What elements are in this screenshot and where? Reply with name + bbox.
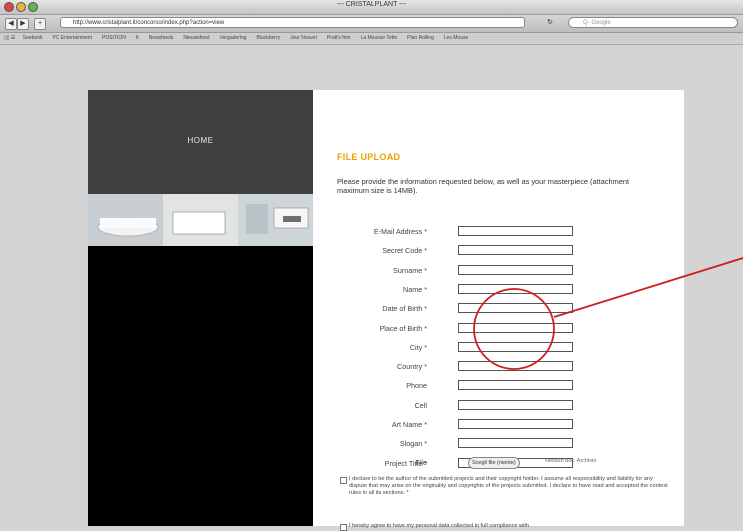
file-row: File Scegli file (niente) Nessun doc. Ar… [313,456,684,470]
site-left-column: HOME [88,90,313,526]
text-field[interactable] [458,303,573,313]
form-row: E-Mail Address * [313,225,684,239]
field-label: Date of Birth * [382,304,427,313]
field-label: Cell [414,401,427,410]
form-row: Date of Birth * [313,302,684,316]
field-label: Place of Birth * [379,324,427,333]
form-row: Cell [313,399,684,413]
form-row: Place of Birth * [313,322,684,336]
text-field[interactable] [458,284,573,294]
upload-form-panel: FILE UPLOAD Please provide the informati… [313,90,684,531]
field-label: City * [409,343,427,352]
text-field[interactable] [458,361,573,371]
reload-icon[interactable]: ↻ [545,18,555,28]
field-label: Art Name * [391,420,427,429]
bookmark-item[interactable]: Seebook [23,33,43,44]
field-label: Slogan * [399,439,427,448]
back-button[interactable]: ◀ [5,18,17,30]
bookmark-item[interactable]: Newsfeeds [149,33,174,44]
field-label: Phone [406,381,427,390]
form-row: City * [313,341,684,355]
choose-file-button[interactable]: Scegli file (niente) [468,457,520,469]
form-row: Surname * [313,264,684,278]
file-label: File [415,458,427,467]
window-title: --- CRISTALPLANT --- [336,1,407,8]
home-panel: HOME [88,90,313,194]
form-intro: Please provide the information requested… [337,177,630,195]
bookmark-item[interactable]: PC Entertainment [53,33,92,44]
form-row: Name * [313,283,684,297]
field-label: Country * [397,362,427,371]
forward-button[interactable]: ▶ [17,18,29,30]
browser-toolbar: ◀ ▶ + http://www.cristalplant.it/concors… [0,15,743,33]
bookmark-item[interactable]: La Mousse Tetto [361,33,398,44]
bookmarks-book-icon[interactable]: ▯▯ ☰ [4,33,15,44]
text-field[interactable] [458,342,573,352]
bookmark-item[interactable]: Les Mouse [444,33,468,44]
address-bar[interactable]: http://www.cristalplant.it/concorso/inde… [60,17,525,28]
bookmark-item[interactable]: POSITION [102,33,126,44]
search-field[interactable]: Q- Google [568,17,738,28]
form-row: Slogan * [313,437,684,451]
bookmark-item[interactable]: Jour Nouvel [290,33,317,44]
form-row: Phone [313,379,684,393]
bookmark-item[interactable]: Plan Rolling [407,33,434,44]
field-label: Secret Code * [382,246,427,255]
text-field[interactable] [458,400,573,410]
text-field[interactable] [458,265,573,275]
text-field[interactable] [458,380,573,390]
add-bookmark-button[interactable]: + [34,18,46,30]
bookmarks-bar: ▯▯ ☰ Seebook PC Entertainment POSITION It Ne… [0,33,743,45]
field-label: E-Mail Address * [373,227,427,236]
bookmark-item[interactable]: Nieuwsfeed [183,33,209,44]
form-heading: FILE UPLOAD [337,152,401,162]
dark-side-panel [88,246,313,526]
field-label: Name * [403,285,427,294]
bookmark-item[interactable]: Vergaderlog [220,33,247,44]
privacy-checkbox[interactable] [340,524,347,531]
browser-titlebar: --- CRISTALPLANT --- [0,0,743,15]
file-hint: Nessun doc. Archivio [545,458,597,464]
field-label: Surname * [393,266,427,275]
bookmark-item[interactable]: Pratt's firm [327,33,351,44]
authorship-checkbox[interactable] [340,477,347,484]
home-link[interactable]: HOME [88,136,313,145]
text-field[interactable] [458,419,573,429]
text-field[interactable] [458,438,573,448]
bathroom-photo-strip [88,194,313,246]
text-field[interactable] [458,245,573,255]
privacy-declaration: I hereby agree to have my personal data … [349,523,530,529]
bookmark-item[interactable]: Blackberry [257,33,281,44]
form-row: Secret Code * [313,244,684,258]
text-field[interactable] [458,323,573,333]
form-row: Art Name * [313,418,684,432]
text-field[interactable] [458,226,573,236]
bookmark-item[interactable]: It [136,33,139,44]
form-row: Country * [313,360,684,374]
authorship-declaration: I declare to be the author of the submit… [349,476,668,496]
